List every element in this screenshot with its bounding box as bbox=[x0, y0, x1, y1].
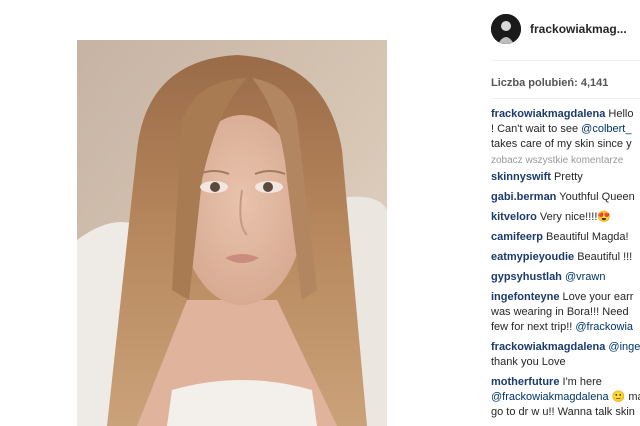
comment-line: few for next trip!! @frackowia bbox=[491, 320, 640, 335]
comment-text: Very nice!!!!😍 bbox=[539, 211, 612, 223]
comment-line: go to dr w u!! Wanna talk skin bbox=[491, 405, 640, 420]
comment-username[interactable]: camifeerp bbox=[491, 231, 543, 243]
list-item: gypsyhustlah @vrawn bbox=[491, 270, 640, 285]
caption-username[interactable]: frackowiakmagdalena bbox=[491, 108, 605, 120]
comment-text: thank you Love bbox=[491, 356, 566, 368]
divider bbox=[491, 98, 640, 99]
comment-username[interactable]: gypsyhustlah bbox=[491, 271, 562, 283]
list-item: camifeerp Beautiful Magda! bbox=[491, 230, 640, 245]
comment-username[interactable]: ingefonteyne bbox=[491, 291, 559, 303]
caption-text: ! Can't wait to see bbox=[491, 123, 582, 135]
caption-line: ! Can't wait to see @colbert_ bbox=[491, 122, 640, 137]
list-item: frackowiakmagdalena @inge bbox=[491, 340, 640, 355]
divider bbox=[491, 60, 640, 61]
portrait-image bbox=[77, 40, 387, 426]
caption-text: takes care of my skin since y bbox=[491, 138, 632, 150]
comment-username[interactable]: gabi.berman bbox=[491, 191, 556, 203]
comment-line: thank you Love bbox=[491, 355, 640, 370]
caption-line: takes care of my skin since y bbox=[491, 137, 640, 152]
list-item: eatmypieyoudie Beautiful !!! bbox=[491, 250, 640, 265]
post-username[interactable]: frackowiakmag... bbox=[530, 22, 627, 36]
comment-text: Beautiful !!! bbox=[577, 251, 633, 263]
likes-count[interactable]: Liczba polubień: 4,141 bbox=[491, 77, 608, 89]
comments-list: frackowiakmagdalena Hello ! Can't wait t… bbox=[491, 107, 640, 420]
comment-mention[interactable]: @vrawn bbox=[565, 271, 606, 283]
comment-username[interactable]: eatmypieyoudie bbox=[491, 251, 574, 263]
comment-mention[interactable]: @frackowiakmagdalena bbox=[491, 391, 609, 403]
comment-username[interactable]: skinnyswift bbox=[491, 171, 551, 183]
comment-text: go to dr w u!! Wanna talk skin bbox=[491, 406, 635, 418]
comment-mention[interactable]: @frackowia bbox=[575, 321, 633, 333]
comment-line: @frackowiakmagdalena 🙂 ma bbox=[491, 390, 640, 405]
list-item: ingefonteyne Love your earr bbox=[491, 290, 640, 305]
avatar[interactable] bbox=[491, 14, 521, 44]
comment-username[interactable]: motherfuture bbox=[491, 376, 559, 388]
comment-text: was wearing in Bora!!! Need bbox=[491, 306, 629, 318]
list-item: motherfuture I'm here bbox=[491, 375, 640, 390]
comment-text: I'm here bbox=[562, 376, 602, 388]
comment-text: Pretty bbox=[553, 171, 583, 183]
comment-line: was wearing in Bora!!! Need bbox=[491, 305, 640, 320]
post-header: frackowiakmag... bbox=[491, 14, 640, 46]
caption-mention[interactable]: @colbert_ bbox=[581, 123, 631, 135]
user-avatar-icon bbox=[491, 14, 521, 44]
view-all-comments-link[interactable]: zobacz wszystkie komentarze bbox=[491, 155, 640, 166]
comment-username[interactable]: frackowiakmagdalena bbox=[491, 341, 605, 353]
caption-text: Hello bbox=[608, 108, 634, 120]
comment-text: Youthful Queen bbox=[559, 191, 635, 203]
comment-text: 🙂 ma bbox=[611, 391, 640, 403]
post-photo[interactable] bbox=[77, 40, 387, 426]
list-item: skinnyswift Pretty bbox=[491, 170, 640, 185]
post-side-panel: frackowiakmag... Liczba polubień: 4,141 … bbox=[491, 0, 640, 426]
comment-text: Love your earr bbox=[562, 291, 634, 303]
comment-text: Beautiful Magda! bbox=[546, 231, 629, 243]
comment-username[interactable]: kitveloro bbox=[491, 211, 537, 223]
caption: frackowiakmagdalena Hello bbox=[491, 107, 640, 122]
list-item: kitveloro Very nice!!!!😍 bbox=[491, 210, 640, 225]
list-item: gabi.berman Youthful Queen bbox=[491, 190, 640, 205]
comment-text: few for next trip!! bbox=[491, 321, 576, 333]
comment-mention[interactable]: @inge bbox=[608, 341, 640, 353]
